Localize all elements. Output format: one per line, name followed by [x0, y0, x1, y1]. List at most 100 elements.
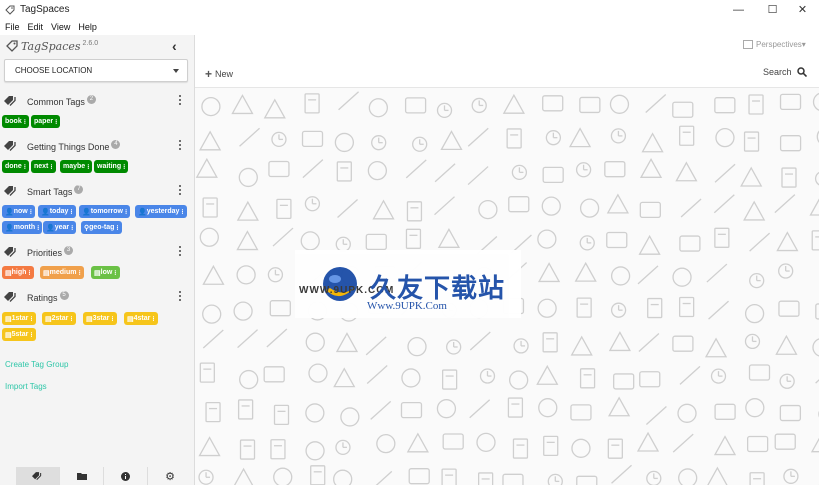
tag-group-name: Common Tags [27, 97, 85, 107]
watermark-url-text: Www.9UPK.Com [367, 300, 447, 312]
list-icon: ▤ [94, 269, 101, 277]
watermark-overlay: WWW.9UPK.COM 久友下载站 Www.9UPK.Com [295, 250, 521, 318]
list-icon: ▤ [5, 315, 12, 323]
tags-icon [4, 96, 16, 106]
group-menu-icon[interactable] [179, 95, 182, 107]
user-icon: 👤 [5, 208, 14, 216]
tag-count-badge: 3 [64, 246, 74, 255]
tags-icon [4, 186, 16, 196]
tag-year[interactable]: 👤 year ⁝ [43, 221, 77, 234]
tag-2star[interactable]: ▤ 2star ⁝ [42, 312, 76, 325]
brand: TagSpaces 2.6.0 [6, 39, 98, 53]
search-button[interactable]: Search [763, 67, 807, 77]
search-icon [796, 67, 807, 77]
settings-tab[interactable]: ⚙ [148, 467, 192, 485]
tag-group-getting-things-done[interactable]: Getting Things Done 4 [0, 139, 194, 155]
tag-group-name: Ratings [27, 293, 58, 303]
group-menu-icon[interactable] [179, 291, 182, 303]
tag-count-badge: 7 [74, 185, 84, 194]
tags-icon [4, 141, 16, 151]
tag-yesterday[interactable]: 👤 yesterday ⁝ [135, 205, 187, 218]
info-icon [121, 471, 130, 481]
tag-count-badge: 2 [86, 95, 96, 104]
tag-5star[interactable]: ▤ 5star ⁝ [2, 328, 36, 341]
tag-geo-tag[interactable]: ⚲ geo-tag ⁝ [81, 221, 122, 234]
import-tags-link[interactable]: Import Tags [5, 382, 47, 391]
perspectives-dropdown[interactable]: Perspectives ▾ [743, 40, 806, 49]
tags-icon [32, 471, 42, 480]
perspectives-label: Perspectives [756, 40, 802, 49]
menu-bar: File Edit View Help [0, 19, 819, 36]
menu-edit[interactable]: Edit [28, 22, 44, 32]
collapse-sidebar-chevron-icon[interactable]: ‹ [172, 38, 177, 54]
tag-paper[interactable]: paper ⁝ [31, 115, 61, 128]
tag-low[interactable]: ▤ low ⁝ [91, 266, 120, 279]
group-menu-icon[interactable] [179, 246, 182, 258]
tag-medium[interactable]: ▤ medium ⁝ [40, 266, 84, 279]
tag-logo-icon [6, 40, 18, 52]
tags-icon [4, 292, 16, 302]
maximize-button[interactable]: ☐ [756, 0, 789, 19]
tag-count-badge: 4 [111, 140, 121, 149]
main-toolbar: Perspectives ▾ + New Search [195, 35, 819, 88]
tag-book[interactable]: book ⁝ [2, 115, 29, 128]
brand-name: TagSpaces [21, 39, 81, 53]
tag-next[interactable]: next ⁝ [31, 160, 56, 173]
tag-count-badge: 5 [59, 291, 69, 300]
perspective-grid-icon [743, 40, 753, 49]
tag-group-priorities[interactable]: Priorities 3 [0, 245, 194, 261]
tags-icon [4, 247, 16, 257]
brand-version: 2.6.0 [82, 39, 99, 47]
menu-help[interactable]: Help [78, 22, 97, 32]
group-menu-icon[interactable] [179, 140, 182, 152]
menu-file[interactable]: File [5, 22, 20, 32]
sidebar-bottom-tabs: ⚙ [16, 467, 194, 485]
group-menu-icon[interactable] [179, 185, 182, 197]
user-icon: 👤 [46, 224, 55, 232]
list-icon: ▤ [127, 315, 134, 323]
tag-high[interactable]: ▤ high ⁝ [2, 266, 34, 279]
tag-3star[interactable]: ▤ 3star ⁝ [83, 312, 117, 325]
new-button[interactable]: + New [205, 66, 233, 81]
title-bar: TagSpaces [0, 0, 819, 19]
choose-location-dropdown[interactable]: CHOOSE LOCATION [4, 59, 188, 82]
tag-group-name: Smart Tags [27, 187, 73, 197]
tag-tomorrow[interactable]: 👤 tomorrow ⁝ [79, 205, 131, 218]
sidebar: TagSpaces 2.6.0 ‹ CHOOSE LOCATION Common… [0, 35, 195, 485]
window-title: TagSpaces [20, 4, 70, 15]
tag-4star[interactable]: ▤ 4star ⁝ [124, 312, 158, 325]
user-icon: 👤 [82, 208, 91, 216]
tag-1star[interactable]: ▤ 1star ⁝ [2, 312, 36, 325]
folders-tab[interactable] [60, 467, 104, 485]
user-icon: 👤 [41, 208, 50, 216]
tag-group-ratings[interactable]: Ratings 5 [0, 290, 194, 306]
info-tab[interactable] [104, 467, 148, 485]
close-button[interactable]: ✕ [786, 0, 819, 19]
user-icon: 👤 [5, 224, 14, 232]
tag-month[interactable]: 👤 month ⁝ [2, 221, 43, 234]
tag-group-common-tags[interactable]: Common Tags 2 [0, 94, 194, 110]
menu-view[interactable]: View [51, 22, 70, 32]
list-icon: ▤ [5, 269, 12, 277]
gears-icon: ⚙ [165, 470, 175, 483]
tag-today[interactable]: 👤 today ⁝ [38, 205, 76, 218]
tag-waiting[interactable]: waiting ⁝ [94, 160, 129, 173]
list-icon: ▤ [45, 315, 52, 323]
list-icon: ▤ [5, 331, 12, 339]
tag-maybe[interactable]: maybe ⁝ [60, 160, 93, 173]
caret-down-icon [173, 69, 179, 73]
tag-done[interactable]: done ⁝ [2, 160, 29, 173]
tag-group-name: Getting Things Done [27, 142, 110, 152]
user-icon: 👤 [138, 208, 147, 216]
tag-now[interactable]: 👤 now ⁝ [2, 205, 35, 218]
create-tag-group-link[interactable]: Create Tag Group [5, 360, 68, 369]
location-label: CHOOSE LOCATION [15, 66, 93, 75]
list-icon: ▤ [86, 315, 93, 323]
minimize-button[interactable]: — [722, 0, 755, 19]
folder-icon [76, 473, 87, 480]
tags-tab[interactable] [16, 467, 60, 485]
list-icon: ▤ [43, 269, 50, 277]
tag-group-smart-tags[interactable]: Smart Tags 7 [0, 184, 194, 200]
main-area: Perspectives ▾ + New Search WWW.9UPK.COM 久… [195, 35, 819, 485]
globe-logo-icon [323, 267, 357, 301]
